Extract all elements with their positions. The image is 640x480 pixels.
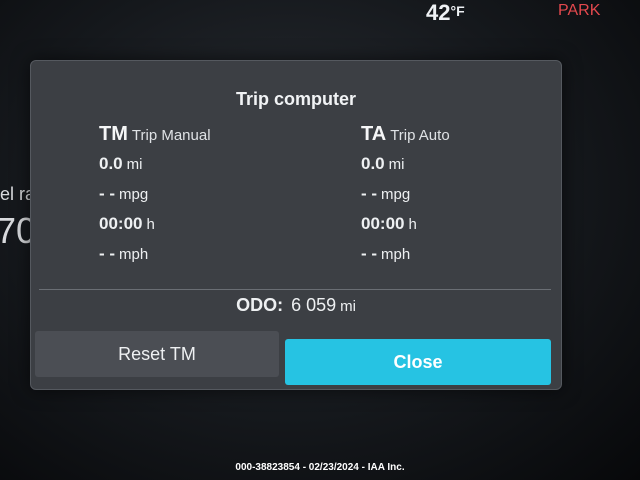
tm-time-value: 00:00 — [99, 214, 143, 233]
odometer-value: 6 059 — [291, 295, 337, 315]
outside-temperature: 42°F — [426, 0, 465, 26]
ta-speed-row: - - mph — [361, 239, 581, 269]
trip-auto-column: TA Trip Auto 0.0 mi - - mpg 00:00 h - - mph — [361, 123, 581, 269]
trip-manual-abbr: TM — [99, 123, 128, 145]
tm-speed-row: - - mph — [99, 239, 319, 269]
odometer-unit: mi — [340, 298, 356, 315]
temperature-value: 42 — [426, 0, 451, 25]
dialog-title: Trip computer — [235, 89, 356, 109]
close-button[interactable]: Close — [285, 339, 551, 385]
ta-speed-value: - - — [361, 244, 378, 263]
ta-speed-unit: mph — [381, 246, 411, 263]
ta-distance-unit: mi — [388, 156, 405, 173]
trip-auto-name: Trip Auto — [390, 127, 450, 144]
ta-time-unit: h — [408, 216, 417, 233]
tm-economy-unit: mpg — [119, 186, 149, 203]
tm-economy-row: - - mpg — [99, 179, 319, 209]
tm-speed-value: - - — [99, 244, 116, 263]
temperature-unit: °F — [450, 3, 465, 19]
watermark: 000-38823854 - 02/23/2024 - IAA Inc. — [235, 462, 405, 473]
ta-economy-unit: mpg — [381, 186, 411, 203]
tm-time-unit: h — [146, 216, 155, 233]
status-bar: 42°F PARK — [0, 0, 640, 30]
trip-manual-column: TM Trip Manual 0.0 mi - - mpg 00:00 h - - mph — [99, 123, 319, 269]
ta-time-row: 00:00 h — [361, 209, 581, 239]
ta-economy-row: - - mpg — [361, 179, 581, 209]
gear-indicator: PARK — [558, 2, 601, 19]
trip-computer-dialog: Trip computer TM Trip Manual 0.0 mi - - mpg… — [30, 60, 562, 390]
ta-time-value: 00:00 — [361, 214, 405, 233]
odometer-label: ODO: — [236, 295, 284, 315]
ta-distance-value: 0.0 — [361, 154, 385, 173]
ta-distance-row: 0.0 mi — [361, 149, 581, 179]
tm-economy-value: - - — [99, 184, 116, 203]
trip-manual-header: TM Trip Manual — [99, 123, 319, 149]
ta-economy-value: - - — [361, 184, 378, 203]
divider — [39, 289, 551, 290]
odometer: ODO: 6 059 mi — [31, 295, 561, 316]
tm-distance-unit: mi — [126, 156, 143, 173]
tm-distance-value: 0.0 — [99, 154, 123, 173]
trip-manual-name: Trip Manual — [131, 127, 211, 144]
reset-tm-button[interactable]: Reset TM — [35, 331, 279, 377]
tm-time-row: 00:00 h — [99, 209, 319, 239]
tm-distance-row: 0.0 mi — [99, 149, 319, 179]
trip-auto-abbr: TA — [361, 123, 387, 145]
trip-auto-header: TA Trip Auto — [361, 123, 581, 149]
tm-speed-unit: mph — [119, 246, 149, 263]
